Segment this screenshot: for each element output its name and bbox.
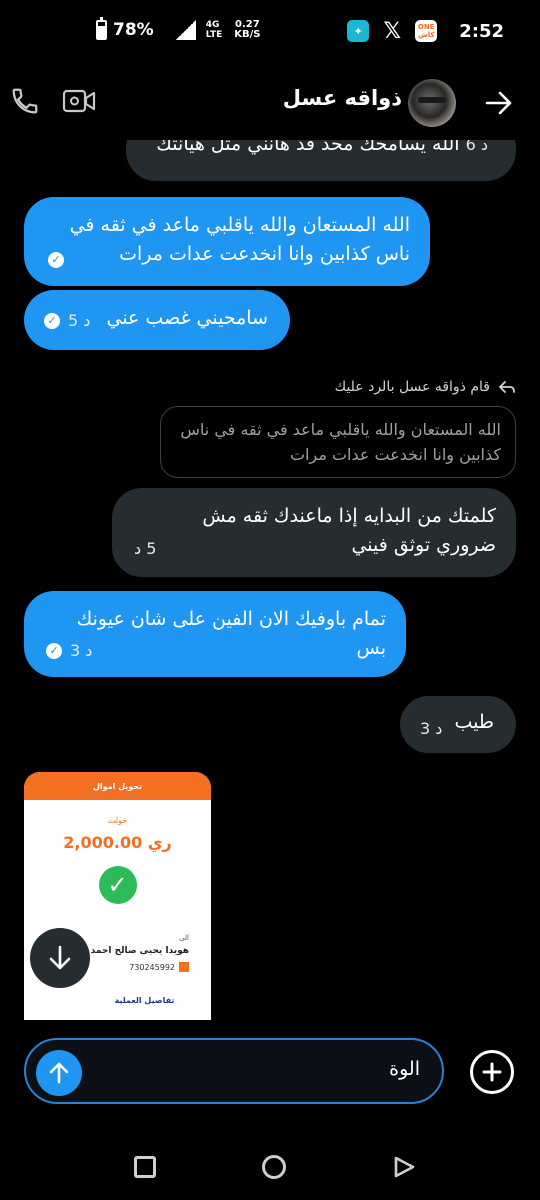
recents-button[interactable] xyxy=(134,1156,156,1178)
read-receipt-icon: ✓ xyxy=(48,251,64,268)
one-cash-app-icon: ONE كاش xyxy=(415,20,438,42)
clock: 2:52 xyxy=(459,20,504,42)
battery-percent: 78% xyxy=(113,20,154,40)
read-receipt-icon: ✓ xyxy=(46,642,62,659)
scroll-to-bottom-button[interactable] xyxy=(30,928,90,988)
message-time: 5 د xyxy=(134,539,157,558)
message-text: سامحيني غصب عني xyxy=(106,307,268,329)
reply-label-text: قام ذواقه عسل بالرد عليك xyxy=(334,379,490,395)
arrow-down-icon xyxy=(49,945,71,970)
battery-fill xyxy=(98,25,105,38)
network-speed-unit: KB/S xyxy=(234,29,261,40)
read-receipt-icon: ✓ xyxy=(44,312,60,329)
arrow-up-icon xyxy=(49,1062,69,1084)
success-check-icon: ✓ xyxy=(98,866,137,904)
message-composer[interactable]: الوة xyxy=(24,1038,444,1104)
network-type-top: 4G xyxy=(205,20,220,30)
chat-header: ذواقه عسل xyxy=(0,64,540,140)
network-type: 4G LTE xyxy=(206,20,223,40)
message-time: 5 د xyxy=(68,311,91,330)
message-bubble-incoming[interactable]: 3 د طيب xyxy=(400,696,516,753)
receipt-subtitle: حولت xyxy=(107,816,128,825)
message-bubble-outgoing[interactable]: ✓ 5 د سامحيني غصب عني xyxy=(24,290,290,350)
message-bubble-incoming[interactable]: الله يسامحك محد قد هانني مثل هيانتك 6 د xyxy=(126,140,516,181)
receipt-details-link: تفاصيل العملية xyxy=(114,996,175,1005)
message-text: كلمتك من البدايه إذا ماعندك ثقه مش ضروري… xyxy=(202,505,496,556)
reply-indicator: قام ذواقه عسل بالرد عليك xyxy=(335,379,516,395)
receipt-number: 730245992 xyxy=(129,962,175,972)
message-bubble-outgoing[interactable]: تمام باوفيك الان الفين على شان عيونك بس … xyxy=(24,591,406,677)
wallet-logo-icon xyxy=(179,962,189,972)
contact-name[interactable]: ذواقه عسل xyxy=(283,86,402,110)
phone-call-icon[interactable] xyxy=(10,86,40,116)
message-text: الله يسامحك محد قد هانني مثل هيانتك xyxy=(156,140,460,155)
receipt-title: تحويل اموال xyxy=(24,772,211,800)
one-cash-bottom: كاش xyxy=(418,31,435,39)
message-bubble-outgoing[interactable]: الله المستعان والله ياقلبي ماعد في ثقه ف… xyxy=(24,197,430,286)
notification-icons: ✦ 𝕏 ONE كاش 2:52 xyxy=(347,18,504,44)
network-type-bottom: LTE xyxy=(205,30,223,40)
contact-avatar[interactable] xyxy=(408,79,456,127)
system-navigation-bar xyxy=(0,1140,540,1196)
network-speed: 0.27 KB/S xyxy=(234,20,260,40)
back-button[interactable] xyxy=(392,1155,416,1179)
message-text: طيب xyxy=(454,711,494,733)
message-time: 3 د xyxy=(70,641,93,660)
plus-icon xyxy=(482,1062,502,1082)
message-text: تمام باوفيك الان الفين على شان عيونك بس xyxy=(76,608,386,659)
back-arrow-icon[interactable] xyxy=(484,88,514,118)
message-time: 3 د xyxy=(420,719,443,738)
add-attachment-button[interactable] xyxy=(470,1050,514,1094)
reply-arrow-icon xyxy=(498,381,515,393)
battery-icon xyxy=(96,17,107,40)
one-cash-top: ONE xyxy=(417,23,435,31)
message-time: 6 د xyxy=(465,140,488,154)
status-bar: 78% 4G LTE 0.27 KB/S ✦ 𝕏 ONE كاش 2:52 xyxy=(0,0,540,64)
quoted-message[interactable]: الله المستعان والله ياقلبي ماعد في ثقه ف… xyxy=(160,406,516,478)
send-button[interactable] xyxy=(36,1050,82,1096)
receipt-amount: 2,000.00 ري xyxy=(63,833,172,852)
message-text: الله المستعان والله ياقلبي ماعد في ثقه ف… xyxy=(69,214,410,265)
ai-assistant-app-icon: ✦ xyxy=(347,20,370,42)
home-button[interactable] xyxy=(262,1155,286,1179)
video-call-icon[interactable] xyxy=(62,88,96,114)
x-app-icon: 𝕏 xyxy=(383,18,402,44)
signal-icon xyxy=(175,20,196,40)
battery-indicator: 78% xyxy=(96,17,154,40)
message-list[interactable]: الله يسامحك محد قد هانني مثل هيانتك 6 د … xyxy=(0,140,540,1030)
system-status-group: 78% 4G LTE 0.27 KB/S xyxy=(96,17,260,40)
message-input[interactable]: الوة xyxy=(389,1058,420,1080)
message-bubble-incoming[interactable]: كلمتك من البدايه إذا ماعندك ثقه مش ضروري… xyxy=(112,488,516,577)
